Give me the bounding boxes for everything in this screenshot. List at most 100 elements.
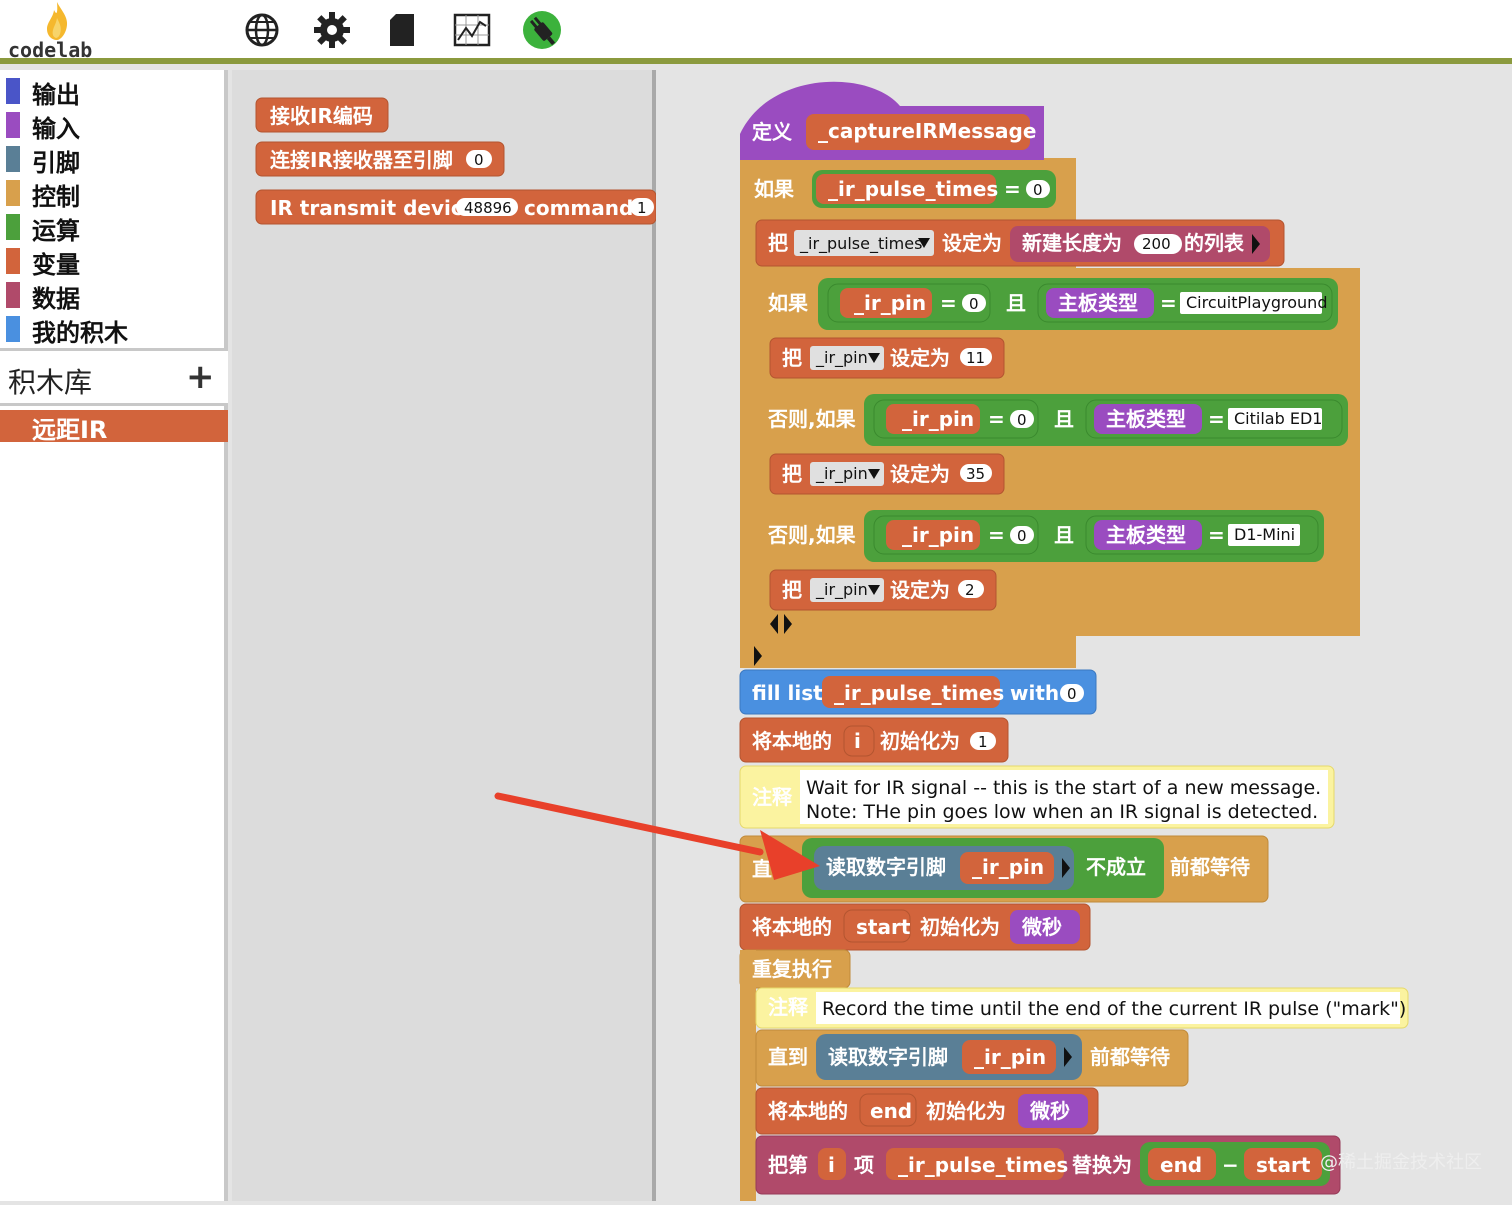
number-value: 0 [1033,181,1043,199]
category-swatch [6,316,20,342]
comment-line: Wait for IR signal -- this is the start … [806,777,1321,799]
number-value: 11 [966,349,985,367]
comment-label: 注释 [768,995,809,1019]
variable-name: _ir_pin [974,1045,1046,1069]
category-data[interactable]: 数据 [0,278,224,313]
number-value: 0 [1017,411,1027,429]
category-swatch [6,214,20,240]
set-to-label: 设定为 [890,346,950,370]
local-var-label: 将本地的 [752,915,832,939]
library-title: 积木库 [8,366,93,399]
category-operators[interactable]: 运算 [0,210,224,245]
category-output[interactable]: 输出 [0,74,224,109]
read-pin-label: 读取数字引脚 [828,1045,948,1069]
library-item-label: 远距IR [32,416,108,444]
until-label: 直 [752,857,772,881]
codelab-logo: codelab [6,2,92,62]
watermark: @稀土掘金技术社区 [1320,1152,1482,1173]
category-label: 输入 [32,115,80,143]
board-type-label: 主板类型 [1106,523,1186,547]
if-label: 如果 [768,291,808,315]
add-library-button[interactable]: + [186,357,215,397]
receive-ir-code-block[interactable]: 接收IR编码 [255,97,389,133]
equals-sign: = [1208,523,1225,547]
set-label: 把 [782,462,802,486]
top-toolbar: codelab [0,0,1512,64]
category-swatch [6,180,20,206]
category-control[interactable]: 控制 [0,176,224,211]
category-swatch [6,248,20,274]
not-label: 不成立 [1086,855,1146,879]
local-var-label: 将本地的 [752,729,832,753]
library-item-ir[interactable]: 远距IR [0,410,228,444]
equals-sign: = [988,407,1005,431]
chart-icon[interactable] [452,10,492,50]
else-if-label: 否则,如果 [767,523,856,547]
equals-sign: = [988,523,1005,547]
command-label: command [524,196,633,220]
init-to-label: 初始化为 [920,915,1000,939]
number-value: 1 [978,733,988,751]
else-if-label: 否则,如果 [767,407,856,431]
set-to-label: 设定为 [942,231,1002,255]
number-value: 0 [1017,527,1027,545]
micros-label: 微秒 [1029,1099,1070,1123]
equals-sign: = [940,291,957,315]
usb-plug-icon[interactable] [522,10,562,50]
wait-label: 前都等待 [1090,1045,1170,1069]
dropdown-value: _ir_pulse_times [799,234,922,254]
define-label: 定义 [752,120,792,144]
set-to-label: 设定为 [890,578,950,602]
file-icon[interactable] [382,10,422,50]
variable-name: _ir_pin [902,523,974,547]
dropdown-value: _ir_pin [815,348,868,368]
block-palette: 接收IR编码 连接IR接收器至引脚 0 IR transmit device 4… [232,70,657,1201]
logo-text: codelab [8,38,93,62]
variable-name: _ir_pin [972,855,1044,879]
board-type-label: 主板类型 [1058,291,1138,315]
globe-icon[interactable] [242,10,282,50]
category-pins[interactable]: 引脚 [0,142,224,177]
variable-name: _ir_pulse_times [898,1153,1068,1177]
library-header: 积木库 + [0,348,228,406]
repeat-label: 重复执行 [752,957,832,981]
variable-name: start [1256,1153,1311,1177]
category-label: 数据 [32,285,80,313]
function-name: _captureIRMessage [818,119,1036,143]
list-length: 200 [1142,235,1171,253]
variable-name: i [828,1153,835,1177]
micros-label: 微秒 [1021,915,1062,939]
wait-label: 前都等待 [1170,855,1250,879]
attach-ir-receiver-block[interactable]: 连接IR接收器至引脚 0 [255,141,505,177]
variable-name: end [870,1099,912,1123]
ir-transmit-block[interactable]: IR transmit device 48896 command 1 [255,189,657,225]
category-my-blocks[interactable]: 我的积木 [0,312,224,347]
category-swatch [6,282,20,308]
block-label: 接收IR编码 [270,104,373,128]
and-label: 且 [1006,291,1026,315]
local-var-label: 将本地的 [768,1099,848,1123]
set-label: 把 [768,231,788,255]
category-label: 运算 [32,217,80,245]
item-label: 项 [854,1153,874,1177]
board-name: D1-Mini [1234,525,1295,544]
number-value: 0 [1067,685,1077,703]
category-input[interactable]: 输入 [0,108,224,143]
number-value: 2 [965,581,975,599]
category-swatch [6,146,20,172]
comment-line: Record the time until the end of the cur… [822,998,1406,1020]
minus-sign: − [1222,1153,1239,1177]
number-value: 0 [969,295,979,313]
until-label: 直到 [768,1045,808,1069]
category-variables[interactable]: 变量 [0,244,224,279]
replace-item-label: 把第 [768,1153,808,1177]
list-suffix: 的列表 [1184,231,1245,255]
comment-line: Note: THe pin goes low when an IR signal… [806,801,1318,823]
category-label: 引脚 [32,149,80,177]
gear-icon[interactable] [312,10,352,50]
else-toggle[interactable] [756,608,1360,636]
variable-name: start [856,915,911,939]
script-workspace[interactable]: 定义 _captureIRMessage 如果 _ir_pulse_times … [660,70,1512,1201]
category-label: 输出 [32,81,80,109]
repeat-block-arm [740,950,756,1201]
